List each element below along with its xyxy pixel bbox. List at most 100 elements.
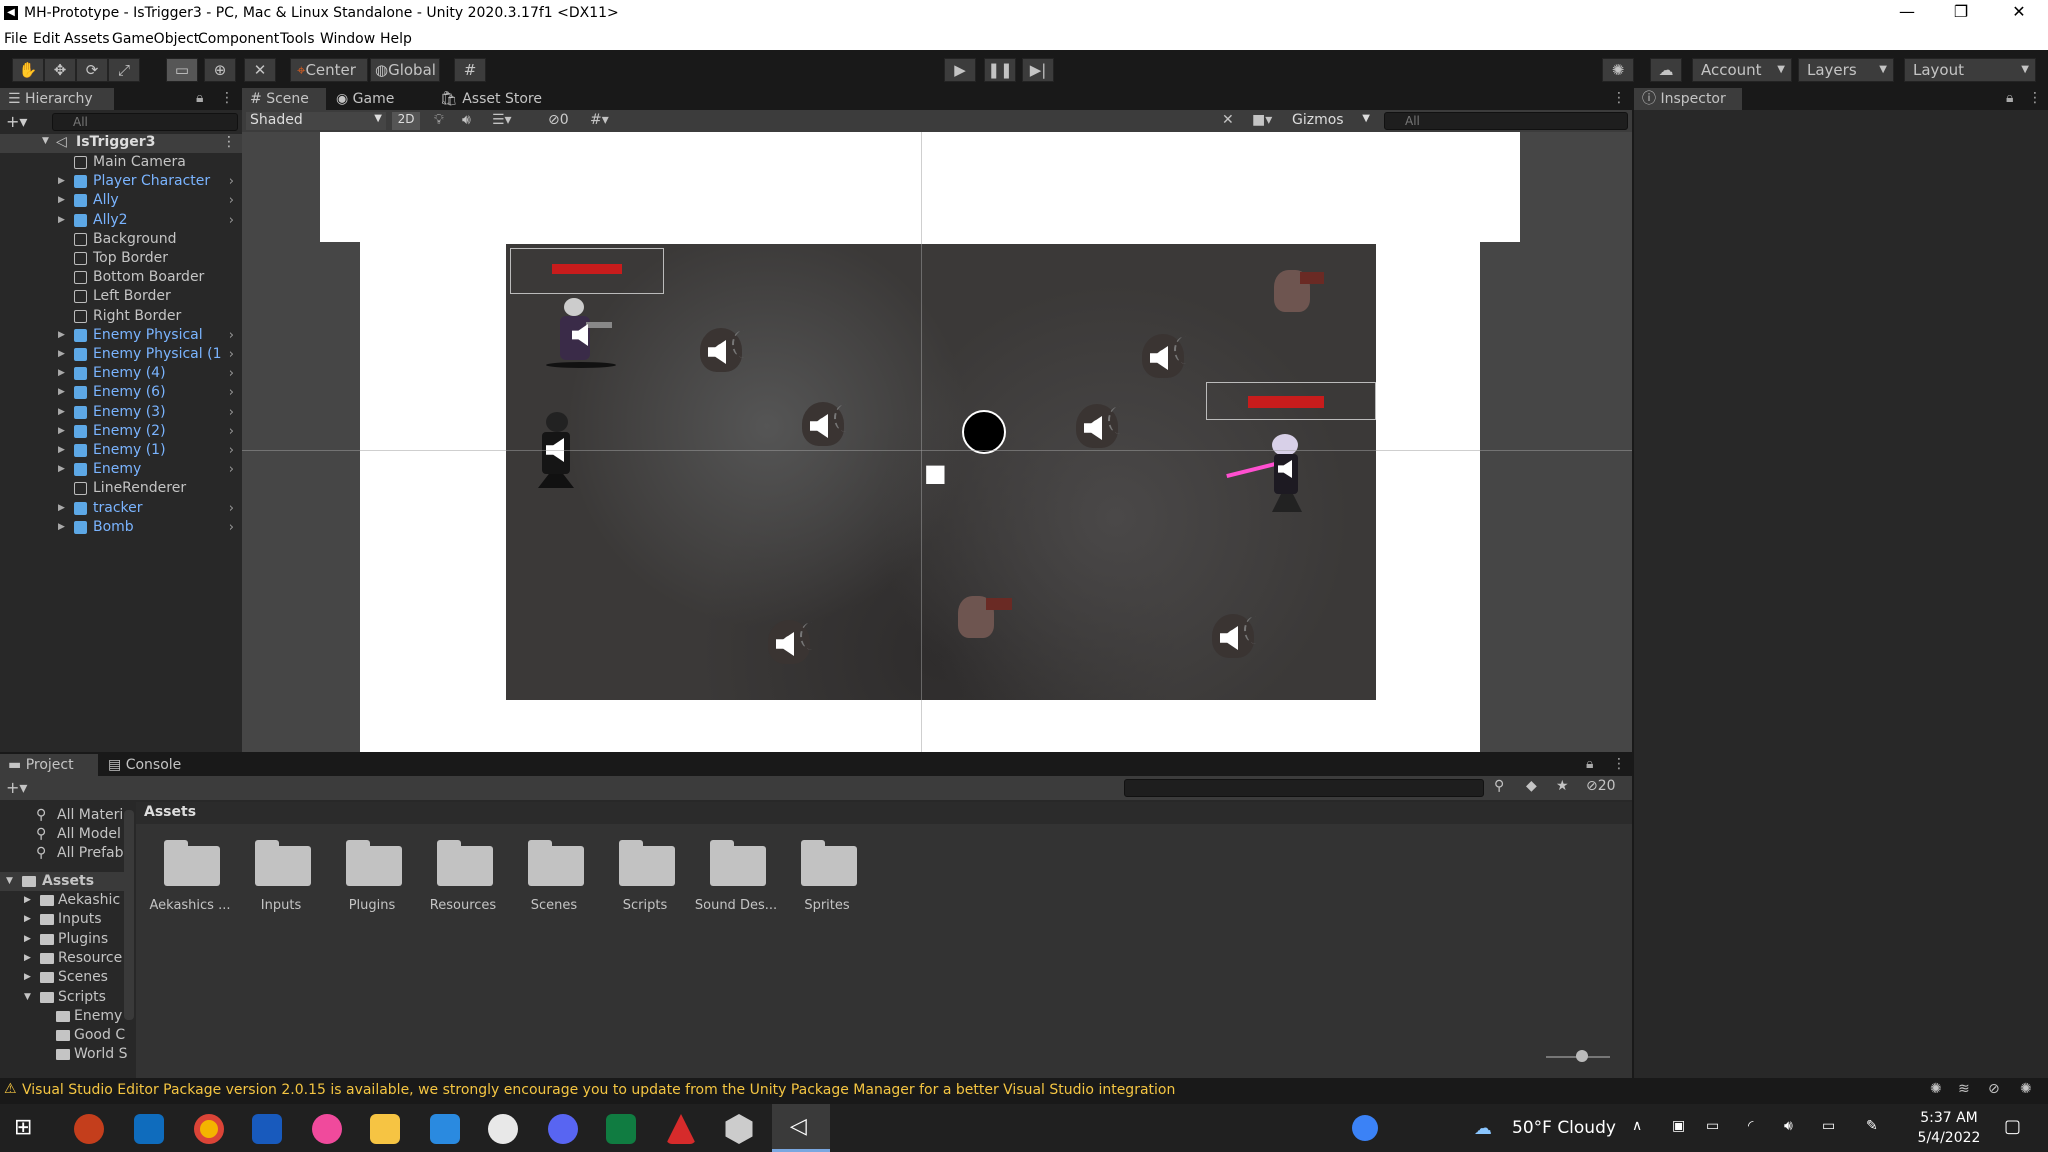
2d-toggle[interactable]: 2D (392, 112, 420, 130)
hierarchy-item[interactable]: ▶ Ally2 › (0, 211, 240, 230)
hierarchy-item[interactable]: Main Camera (0, 153, 240, 172)
filter-label-icon[interactable]: ◆ (1526, 778, 1537, 794)
chrome-icon[interactable] (194, 1114, 224, 1144)
word-icon[interactable] (252, 1114, 282, 1144)
add-icon[interactable]: +▾ (6, 112, 27, 131)
enemy-sprite[interactable] (788, 396, 858, 456)
pivot-global-button[interactable]: ◍Global (370, 58, 440, 82)
star-icon[interactable]: ★ (1556, 778, 1569, 794)
menu-window[interactable]: Window (320, 31, 375, 47)
more-icon[interactable]: ⋮ (2028, 90, 2042, 106)
expand-icon[interactable]: ▼ (24, 988, 31, 1007)
unity-hub-icon[interactable] (725, 1114, 753, 1144)
windows-start-icon[interactable]: ⊞ (14, 1116, 38, 1140)
asset-folder[interactable]: Sound Des... (695, 832, 777, 913)
audio-icon[interactable]: 🔊︎ (462, 112, 471, 128)
wifi-icon[interactable]: ◜ (1748, 1118, 1753, 1134)
enemy-sprite[interactable] (1062, 398, 1132, 458)
tab-scene[interactable]: # Scene (242, 88, 326, 110)
battery-icon[interactable]: ▭ (1822, 1118, 1835, 1134)
asset-folder[interactable]: Scenes (524, 832, 584, 913)
file-explorer-icon[interactable] (370, 1114, 400, 1144)
hierarchy-item[interactable]: LineRenderer (0, 479, 240, 498)
camera-icon[interactable]: ■▾ (1252, 112, 1272, 128)
cloud-icon[interactable]: ☁ (1650, 58, 1682, 82)
layers-stack-icon[interactable]: ≋ (1958, 1081, 1970, 1097)
expand-icon[interactable]: ▶ (58, 403, 65, 422)
acrobat-icon[interactable] (666, 1114, 696, 1144)
chevron-right-icon[interactable]: › (229, 191, 234, 210)
asset-folder[interactable]: Aekashics ... (149, 832, 231, 913)
transform-tool-icon[interactable]: ⊕ (204, 58, 236, 82)
account-dropdown[interactable]: Account ▼ (1692, 58, 1792, 82)
grid-toggle-icon[interactable]: #▾ (590, 112, 609, 128)
filter-type-icon[interactable]: ⚲ (1494, 778, 1504, 794)
hierarchy-item[interactable]: Right Border (0, 307, 240, 326)
chevron-right-icon[interactable]: › (229, 499, 234, 518)
player-character-sprite[interactable] (546, 298, 616, 372)
hierarchy-item[interactable]: Bottom Boarder (0, 268, 240, 287)
more-icon[interactable]: ⋮ (1612, 90, 1626, 106)
hidden-packages-toggle[interactable]: ⊘20 (1586, 778, 1616, 794)
expand-icon[interactable]: ▶ (58, 383, 65, 402)
menu-assets[interactable]: Assets (64, 31, 110, 47)
hand-tool-icon[interactable]: ✋ (12, 58, 44, 82)
tools-icon[interactable]: ✕ (1222, 112, 1234, 128)
hierarchy-item[interactable]: ▶ Enemy (3) › (0, 403, 240, 422)
more-icon[interactable]: ⋮ (222, 134, 236, 150)
tab-hierarchy[interactable]: ☰ Hierarchy (0, 88, 114, 110)
expand-icon[interactable]: ▶ (58, 211, 65, 230)
hierarchy-item[interactable]: ▶ tracker › (0, 499, 240, 518)
tab-asset-store[interactable]: 🛍︎ Asset Store (432, 88, 544, 110)
scale-tool-icon[interactable]: ⤢ (108, 58, 140, 82)
discord-icon[interactable] (548, 1114, 578, 1144)
expand-icon[interactable]: ▶ (58, 441, 65, 460)
scene-canvas[interactable]: ■ (242, 132, 1632, 752)
expand-icon[interactable]: ▶ (24, 891, 31, 910)
expand-icon[interactable]: ▶ (58, 518, 65, 537)
slack-icon[interactable] (488, 1114, 518, 1144)
menu-file[interactable]: File (4, 31, 27, 47)
expand-icon[interactable]: ▶ (58, 364, 65, 383)
chevron-right-icon[interactable]: › (229, 403, 234, 422)
close-icon[interactable]: ✕ (2004, 2, 2034, 21)
chevron-right-icon[interactable]: › (229, 172, 234, 191)
chevron-right-icon[interactable]: › (229, 345, 234, 364)
lighting-icon[interactable]: 💡︎ (434, 112, 444, 128)
gizmos-dropdown[interactable]: Gizmos ▼ (1292, 112, 1372, 130)
hierarchy-item[interactable]: ▶ Ally › (0, 191, 240, 210)
expand-icon[interactable]: ▶ (58, 191, 65, 210)
asset-folder[interactable]: Plugins (342, 832, 402, 913)
chevron-right-icon[interactable]: › (229, 211, 234, 230)
chevron-right-icon[interactable]: › (229, 441, 234, 460)
help-icon[interactable] (1352, 1115, 1378, 1141)
enemy-sprite[interactable] (1198, 608, 1268, 668)
clock-time[interactable]: 5:37 AM (1914, 1110, 1984, 1126)
weather-text[interactable]: 50°F Cloudy (1512, 1118, 1616, 1138)
tab-inspector[interactable]: ⓘ Inspector (1634, 88, 1742, 110)
menu-gameobject[interactable]: GameObject (112, 31, 199, 47)
clock-date[interactable]: 5/4/2022 (1914, 1130, 1984, 1146)
bake-icon[interactable]: ⊘ (1988, 1081, 2000, 1097)
chevron-right-icon[interactable]: › (229, 383, 234, 402)
chevron-up-icon[interactable]: ∧ (1632, 1118, 1642, 1134)
expand-icon[interactable]: ▶ (58, 460, 65, 479)
expand-icon[interactable]: ▶ (58, 499, 65, 518)
hierarchy-item[interactable]: ▶ Enemy Physical › (0, 326, 240, 345)
move-tool-icon[interactable]: ✥ (44, 58, 76, 82)
expand-icon[interactable]: ▶ (24, 930, 31, 949)
enemy-sprite[interactable] (686, 322, 756, 382)
rect-tool-icon[interactable]: ▭ (166, 58, 198, 82)
hierarchy-item[interactable]: ▶ Enemy (1) › (0, 441, 240, 460)
pen-icon[interactable]: ✎ (1866, 1118, 1878, 1134)
shading-dropdown[interactable]: Shaded ▼ (246, 112, 386, 130)
hierarchy-item[interactable]: ▶ Player Character › (0, 172, 240, 191)
asset-folder[interactable]: Sprites (797, 832, 857, 913)
display-icon[interactable]: ▭ (1706, 1118, 1719, 1134)
grid-snap-icon[interactable]: # (454, 58, 486, 82)
effects-icon[interactable]: ☰▾ (492, 112, 512, 128)
meet-icon[interactable]: ▣ (1672, 1118, 1685, 1134)
expand-icon[interactable]: ▶ (58, 172, 65, 191)
restore-icon[interactable]: ❐ (1946, 2, 1976, 21)
pivot-center-button[interactable]: ⌖Center (290, 58, 368, 82)
